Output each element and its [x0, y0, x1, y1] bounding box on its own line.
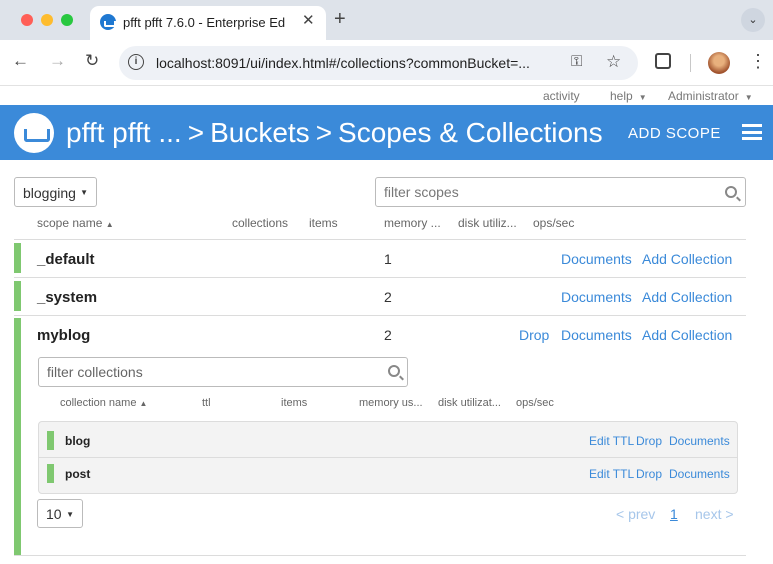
- edit-ttl-link[interactable]: Edit TTL: [589, 434, 634, 448]
- col-items[interactable]: items: [309, 216, 338, 230]
- tab-search-chevron-icon[interactable]: ⌄: [741, 8, 765, 32]
- next-page-link[interactable]: next >: [695, 506, 734, 522]
- browser-tab-strip: pfft pfft 7.6.0 - Enterprise Ed ✕ + ⌄: [0, 0, 773, 40]
- breadcrumb-separator: >: [315, 117, 333, 148]
- divider: [14, 277, 746, 278]
- scope-name[interactable]: myblog: [37, 327, 90, 344]
- current-page-link[interactable]: 1: [670, 506, 678, 522]
- user-label: Administrator: [668, 89, 739, 103]
- breadcrumb-separator: >: [187, 117, 205, 148]
- profile-avatar[interactable]: [708, 52, 730, 74]
- bookmark-star-icon[interactable]: ☆: [606, 52, 621, 72]
- bucket-select[interactable]: blogging ▼: [14, 177, 97, 207]
- drop-collection-link[interactable]: Drop: [636, 467, 662, 481]
- col-ops[interactable]: ops/sec: [516, 397, 554, 409]
- caret-down-icon: ▼: [744, 93, 753, 102]
- hamburger-menu-icon[interactable]: [742, 124, 762, 140]
- maximize-window-button[interactable]: [61, 14, 73, 26]
- documents-link[interactable]: Documents: [561, 251, 632, 267]
- documents-link[interactable]: Documents: [669, 434, 730, 448]
- col-collection-name[interactable]: collection name ▲: [60, 397, 147, 409]
- documents-link[interactable]: Documents: [561, 327, 632, 343]
- password-key-icon[interactable]: ⚿: [571, 53, 582, 70]
- help-menu[interactable]: help ▼: [610, 89, 647, 103]
- col-disk[interactable]: disk utilizat...: [438, 397, 501, 409]
- scope-name[interactable]: _default: [37, 251, 95, 268]
- top-nav: activity help ▼ Administrator ▼: [0, 86, 773, 105]
- col-memory[interactable]: memory ...: [384, 216, 441, 230]
- caret-down-icon: ▼: [638, 93, 647, 102]
- site-info-icon[interactable]: i: [128, 54, 144, 70]
- edit-ttl-link[interactable]: Edit TTL: [589, 467, 634, 481]
- page-title: Scopes & Collections: [338, 117, 603, 148]
- collection-name[interactable]: post: [65, 467, 90, 481]
- add-collection-link[interactable]: Add Collection: [642, 327, 732, 343]
- col-collections[interactable]: collections: [232, 216, 288, 230]
- sort-asc-icon: ▲: [105, 220, 114, 229]
- filter-scopes-input[interactable]: [375, 177, 746, 207]
- close-window-button[interactable]: [21, 14, 33, 26]
- col-ops[interactable]: ops/sec: [533, 216, 574, 230]
- tab-title: pfft pfft 7.6.0 - Enterprise Ed: [123, 15, 286, 30]
- toolbar-divider: [690, 54, 691, 72]
- user-menu[interactable]: Administrator ▼: [668, 89, 753, 103]
- browser-menu-icon[interactable]: ⋮: [749, 51, 767, 72]
- scope-status-bar: [14, 318, 21, 555]
- caret-down-icon: ▼: [80, 188, 88, 197]
- search-icon: [725, 186, 737, 198]
- col-memory[interactable]: memory us...: [359, 397, 423, 409]
- minimize-window-button[interactable]: [41, 14, 53, 26]
- divider: [14, 555, 746, 556]
- couchbase-logo-icon[interactable]: [14, 113, 54, 153]
- reload-icon[interactable]: ↻: [85, 51, 99, 71]
- forward-arrow-icon[interactable]: →: [49, 51, 66, 71]
- url-text[interactable]: localhost:8091/ui/index.html#/collection…: [156, 55, 558, 71]
- extensions-puzzle-icon[interactable]: [655, 53, 671, 69]
- app-header: pfft pfft ... > Buckets > Scopes & Collectio…: [0, 105, 773, 160]
- breadcrumb-buckets[interactable]: Buckets: [210, 117, 310, 148]
- col-ttl[interactable]: ttl: [202, 397, 211, 409]
- caret-down-icon: ▼: [66, 510, 74, 519]
- prev-page-link[interactable]: < prev: [616, 506, 655, 522]
- divider: [14, 315, 746, 316]
- address-bar[interactable]: i localhost:8091/ui/index.html#/collecti…: [119, 46, 638, 80]
- scope-status-bar: [14, 243, 21, 273]
- scope-memory: 2: [384, 289, 392, 305]
- collection-status-bar: [47, 431, 54, 450]
- help-label: help: [610, 89, 633, 103]
- collection-name[interactable]: blog: [65, 434, 90, 448]
- add-collection-link[interactable]: Add Collection: [642, 251, 732, 267]
- add-scope-button[interactable]: ADD SCOPE: [628, 125, 721, 142]
- filter-collections-input[interactable]: [38, 357, 408, 387]
- tab-close-icon[interactable]: ✕: [302, 11, 315, 29]
- breadcrumb: pfft pfft ... > Buckets > Scopes & Collectio…: [66, 117, 603, 149]
- col-scope-name[interactable]: scope name ▲: [37, 216, 114, 230]
- couchbase-favicon-icon: [100, 14, 116, 30]
- collection-status-bar: [47, 464, 54, 483]
- drop-collection-link[interactable]: Drop: [636, 434, 662, 448]
- documents-link[interactable]: Documents: [561, 289, 632, 305]
- page-size-select[interactable]: 10 ▼: [37, 499, 83, 528]
- browser-toolbar: ← → ↻ i localhost:8091/ui/index.html#/co…: [0, 40, 773, 86]
- documents-link[interactable]: Documents: [669, 467, 730, 481]
- page-size-value: 10: [46, 506, 62, 522]
- activity-link[interactable]: activity: [543, 89, 580, 103]
- scope-memory: 2: [384, 327, 392, 343]
- scope-status-bar: [14, 281, 21, 311]
- back-arrow-icon[interactable]: ←: [12, 51, 29, 71]
- drop-scope-link[interactable]: Drop: [519, 327, 549, 343]
- divider: [39, 457, 737, 458]
- bucket-select-value: blogging: [23, 185, 76, 201]
- breadcrumb-cluster[interactable]: pfft pfft ...: [66, 117, 182, 148]
- browser-tab[interactable]: pfft pfft 7.6.0 - Enterprise Ed ✕: [90, 6, 326, 40]
- col-disk[interactable]: disk utiliz...: [458, 216, 517, 230]
- search-icon: [388, 365, 400, 377]
- divider: [14, 239, 746, 240]
- add-collection-link[interactable]: Add Collection: [642, 289, 732, 305]
- new-tab-button[interactable]: +: [334, 8, 346, 31]
- sort-asc-icon: ▲: [139, 399, 148, 408]
- col-items[interactable]: items: [281, 397, 307, 409]
- scope-memory: 1: [384, 251, 392, 267]
- scope-name[interactable]: _system: [37, 289, 97, 306]
